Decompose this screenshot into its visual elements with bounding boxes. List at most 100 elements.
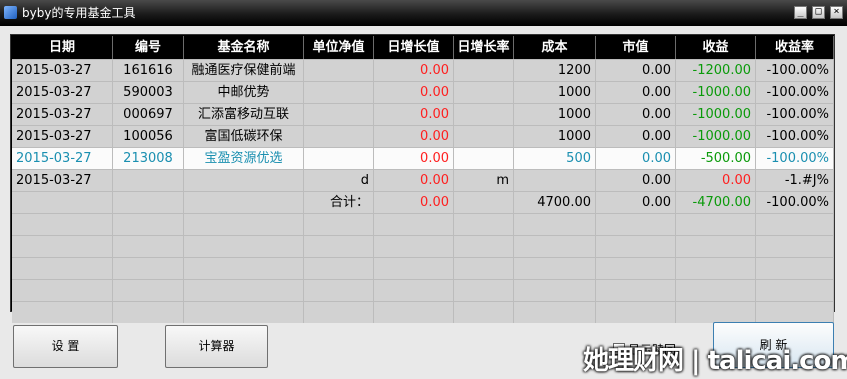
cell-unit-nav (304, 236, 374, 257)
minimize-icon[interactable]: _ (794, 6, 807, 19)
cell-code: 000697 (113, 104, 184, 125)
cell-fund-name: 融通医疗保健前端 (184, 60, 304, 81)
cell-unit-nav (304, 148, 374, 169)
table-row[interactable]: 2015-03-27 d 0.00 m 0.00 0.00 -1.#J% (12, 169, 834, 191)
table-row[interactable] (12, 257, 834, 279)
column-header-daily-change-rate[interactable]: 日增长率 (454, 36, 514, 59)
cell-date (12, 258, 113, 279)
cell-code (113, 258, 184, 279)
settings-button[interactable]: 设 置 (13, 325, 118, 368)
table-row[interactable]: 2015-03-27 213008 宝盈资源优选 0.00 500 0.00 -500.00… (12, 147, 834, 169)
cell-profit (676, 214, 756, 235)
cell-daily-change-rate (454, 148, 514, 169)
cell-unit-nav: 合计： (304, 192, 374, 213)
cell-profit-rate: -100.00% (756, 104, 834, 125)
cell-cost: 500 (514, 148, 596, 169)
cell-market-value (596, 214, 676, 235)
cell-market-value: 0.00 (596, 60, 676, 81)
cell-fund-name: 宝盈资源优选 (184, 148, 304, 169)
watermark: 她理财网 | talicai.com (583, 346, 847, 376)
cell-profit-rate (756, 258, 834, 279)
cell-daily-change: 0.00 (374, 104, 454, 125)
cell-cost: 1000 (514, 82, 596, 103)
table-row[interactable]: 2015-03-27 100056 富国低碳环保 0.00 1000 0.00 -1000.… (12, 125, 834, 147)
maximize-icon[interactable]: □ (812, 6, 825, 19)
cell-cost: 1000 (514, 126, 596, 147)
column-header-daily-change[interactable]: 日增长值 (374, 36, 454, 59)
cell-daily-change-rate (454, 302, 514, 323)
cell-date: 2015-03-27 (12, 170, 113, 191)
column-header-cost[interactable]: 成本 (514, 36, 596, 59)
cell-code (113, 280, 184, 301)
table-row[interactable] (12, 235, 834, 257)
cell-unit-nav (304, 82, 374, 103)
cell-profit-rate: -1.#J% (756, 170, 834, 191)
column-header-unit-nav[interactable]: 单位净值 (304, 36, 374, 59)
cell-fund-name (184, 236, 304, 257)
cell-profit-rate (756, 280, 834, 301)
cell-cost (514, 170, 596, 191)
cell-code: 161616 (113, 60, 184, 81)
cell-unit-nav (304, 258, 374, 279)
cell-code: 590003 (113, 82, 184, 103)
cell-profit: -1200.00 (676, 60, 756, 81)
cell-date: 2015-03-27 (12, 82, 113, 103)
cell-unit-nav (304, 60, 374, 81)
cell-daily-change-rate (454, 126, 514, 147)
table-row[interactable]: 合计： 0.00 4700.00 0.00 -4700.00 -100.00% (12, 191, 834, 213)
cell-cost: 4700.00 (514, 192, 596, 213)
cell-fund-name (184, 170, 304, 191)
cell-profit: -500.00 (676, 148, 756, 169)
cell-fund-name: 中邮优势 (184, 82, 304, 103)
cell-date (12, 280, 113, 301)
cell-daily-change: 0.00 (374, 148, 454, 169)
table-row[interactable]: 2015-03-27 000697 汇添富移动互联 0.00 1000 0.00 -1000… (12, 103, 834, 125)
column-header-profit[interactable]: 收益 (676, 36, 756, 59)
cell-market-value: 0.00 (596, 148, 676, 169)
table-row[interactable] (12, 213, 834, 235)
window-title: byby的专用基金工具 (22, 6, 136, 20)
cell-profit: -1000.00 (676, 104, 756, 125)
cell-daily-change (374, 258, 454, 279)
table-row[interactable]: 2015-03-27 590003 中邮优势 0.00 1000 0.00 -1000.00… (12, 81, 834, 103)
cell-market-value: 0.00 (596, 126, 676, 147)
cell-profit: -4700.00 (676, 192, 756, 213)
calculator-button[interactable]: 计算器 (165, 325, 268, 368)
fund-grid: 日期 编号 基金名称 单位净值 日增长值 日增长率 成本 市值 收益 收益率 2015-03-27… (10, 34, 835, 323)
table-row[interactable] (12, 301, 834, 323)
cell-date (12, 214, 113, 235)
cell-fund-name: 富国低碳环保 (184, 126, 304, 147)
cell-daily-change-rate (454, 236, 514, 257)
cell-code: 100056 (113, 126, 184, 147)
table-row[interactable]: 2015-03-27 161616 融通医疗保健前端 0.00 1200 0.00 -120… (12, 59, 834, 81)
cell-daily-change: 0.00 (374, 170, 454, 191)
cell-code: 213008 (113, 148, 184, 169)
cell-cost (514, 258, 596, 279)
cell-daily-change: 0.00 (374, 192, 454, 213)
column-header-market-value[interactable]: 市值 (596, 36, 676, 59)
cell-profit-rate: -100.00% (756, 192, 834, 213)
cell-profit (676, 236, 756, 257)
title-bar: byby的专用基金工具 _ □ × (0, 0, 847, 26)
column-header-code[interactable]: 编号 (113, 36, 184, 59)
cell-cost: 1200 (514, 60, 596, 81)
cell-cost (514, 214, 596, 235)
cell-profit (676, 302, 756, 323)
cell-fund-name (184, 280, 304, 301)
app-icon (4, 6, 17, 19)
cell-date (12, 302, 113, 323)
table-row[interactable] (12, 279, 834, 301)
cell-fund-name (184, 302, 304, 323)
close-icon[interactable]: × (830, 6, 843, 19)
column-header-profit-rate[interactable]: 收益率 (756, 36, 834, 59)
cell-fund-name (184, 214, 304, 235)
cell-date: 2015-03-27 (12, 60, 113, 81)
column-header-fund-name[interactable]: 基金名称 (184, 36, 304, 59)
cell-market-value: 0.00 (596, 170, 676, 191)
cell-fund-name (184, 258, 304, 279)
cell-daily-change-rate (454, 214, 514, 235)
cell-cost (514, 302, 596, 323)
column-header-date[interactable]: 日期 (12, 36, 113, 59)
cell-profit-rate: -100.00% (756, 82, 834, 103)
cell-daily-change (374, 302, 454, 323)
